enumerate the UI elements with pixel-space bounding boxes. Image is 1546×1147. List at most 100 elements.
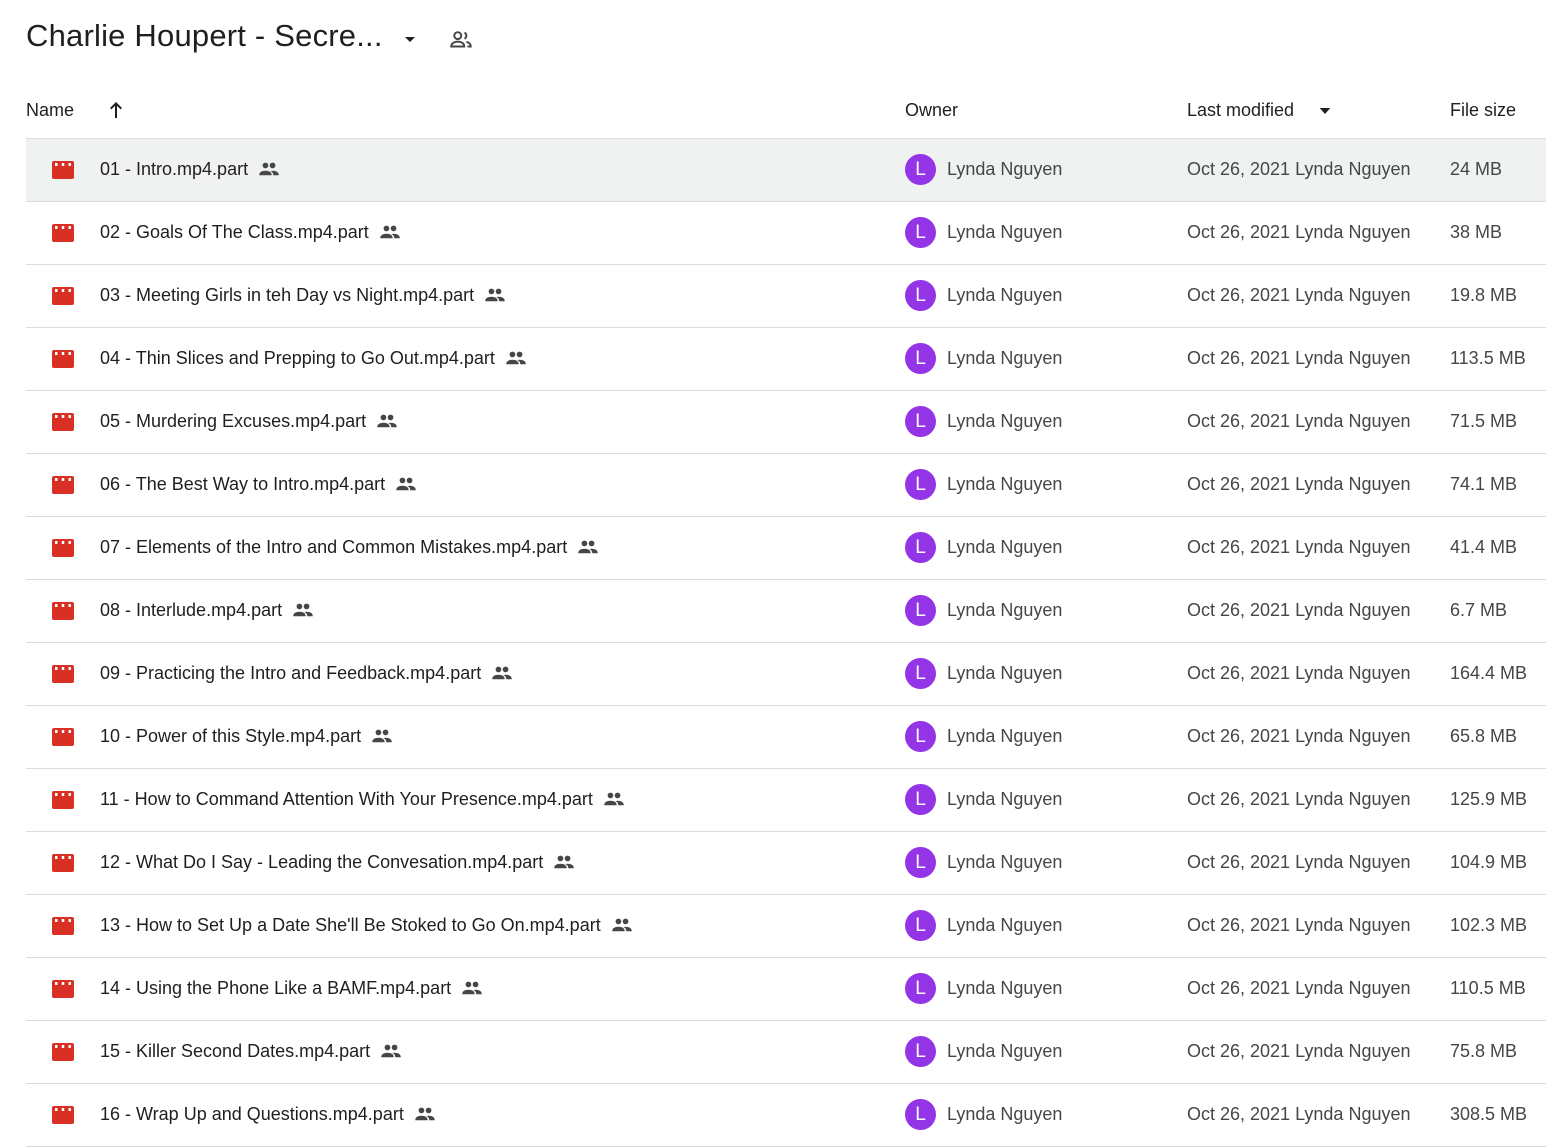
last-modified: Oct 26, 2021 Lynda Nguyen xyxy=(1187,285,1411,305)
avatar: L xyxy=(905,280,936,311)
caret-down-icon[interactable] xyxy=(398,27,422,51)
people-icon xyxy=(492,666,512,680)
file-name-text: 05 - Murdering Excuses.mp4.part xyxy=(100,411,367,431)
people-icon xyxy=(380,225,400,239)
file-name: 13 - How to Set Up a Date She'll Be Stok… xyxy=(100,915,633,936)
folder-title[interactable]: Charlie Houpert - Secre... xyxy=(26,18,383,54)
folder-header: Charlie Houpert - Secre... xyxy=(0,0,1546,80)
file-name: 09 - Practicing the Intro and Feedback.m… xyxy=(100,663,513,684)
file-name-text: 04 - Thin Slices and Prepping to Go Out.… xyxy=(100,348,495,368)
owner-name: Lynda Nguyen xyxy=(947,1104,1063,1124)
table-row[interactable]: 16 - Wrap Up and Questions.mp4.part L Lynd… xyxy=(26,1084,1546,1147)
file-name: 06 - The Best Way to Intro.mp4.part xyxy=(100,474,417,495)
column-header-last-modified[interactable]: Last modified xyxy=(1187,100,1294,121)
file-name-text: 06 - The Best Way to Intro.mp4.part xyxy=(100,474,386,494)
avatar: L xyxy=(905,658,936,689)
table-row[interactable]: 02 - Goals Of The Class.mp4.part L Lynda N… xyxy=(26,202,1546,265)
file-name: 08 - Interlude.mp4.part xyxy=(100,600,314,621)
owner-name: Lynda Nguyen xyxy=(947,600,1063,620)
owner-name: Lynda Nguyen xyxy=(947,474,1063,494)
people-icon xyxy=(506,351,526,365)
table-row[interactable]: 05 - Murdering Excuses.mp4.part L Lynda Ng… xyxy=(26,391,1546,454)
avatar: L xyxy=(905,406,936,437)
avatar: L xyxy=(905,910,936,941)
file-name: 12 - What Do I Say - Leading the Convesa… xyxy=(100,852,575,873)
file-name-text: 13 - How to Set Up a Date She'll Be Stok… xyxy=(100,915,601,935)
file-size: 65.8 MB xyxy=(1450,726,1518,746)
owner-name: Lynda Nguyen xyxy=(947,915,1063,935)
file-size: 41.4 MB xyxy=(1450,537,1518,557)
avatar: L xyxy=(905,469,936,500)
people-icon xyxy=(604,792,624,806)
file-name-text: 08 - Interlude.mp4.part xyxy=(100,600,283,620)
file-name-text: 03 - Meeting Girls in teh Day vs Night.m… xyxy=(100,285,475,305)
video-file-icon xyxy=(52,287,74,305)
table-row[interactable]: 12 - What Do I Say - Leading the Convesa… xyxy=(26,832,1546,895)
column-header-file-size[interactable]: File size xyxy=(1450,100,1516,121)
table-row[interactable]: 04 - Thin Slices and Prepping to Go Out.… xyxy=(26,328,1546,391)
avatar: L xyxy=(905,595,936,626)
file-size: 104.9 MB xyxy=(1450,852,1528,872)
video-file-icon xyxy=(52,413,74,431)
table-row[interactable]: 09 - Practicing the Intro and Feedback.m… xyxy=(26,643,1546,706)
table-row[interactable]: 08 - Interlude.mp4.part L Lynda Nguyen Oct … xyxy=(26,580,1546,643)
people-icon xyxy=(293,603,313,617)
video-file-icon xyxy=(52,539,74,557)
avatar: L xyxy=(905,721,936,752)
table-row[interactable]: 03 - Meeting Girls in teh Day vs Night.m… xyxy=(26,265,1546,328)
column-header-name[interactable]: Name xyxy=(26,100,74,121)
caret-down-icon[interactable] xyxy=(1316,102,1334,120)
file-name-text: 15 - Killer Second Dates.mp4.part xyxy=(100,1041,371,1061)
file-name: 04 - Thin Slices and Prepping to Go Out.… xyxy=(100,348,527,369)
video-file-icon xyxy=(52,161,74,179)
file-list-header: Name Owner Last modified File size xyxy=(26,88,1546,139)
video-file-icon xyxy=(52,1106,74,1124)
owner-name: Lynda Nguyen xyxy=(947,159,1063,179)
owner-name: Lynda Nguyen xyxy=(947,285,1063,305)
file-name: 01 - Intro.mp4.part xyxy=(100,159,280,180)
file-size: 74.1 MB xyxy=(1450,474,1518,494)
file-name-text: 12 - What Do I Say - Leading the Convesa… xyxy=(100,852,544,872)
table-row[interactable]: 10 - Power of this Style.mp4.part L Lynda … xyxy=(26,706,1546,769)
video-file-icon xyxy=(52,602,74,620)
people-icon xyxy=(377,414,397,428)
file-size: 164.4 MB xyxy=(1450,663,1528,683)
arrow-up-icon[interactable] xyxy=(104,98,128,122)
column-header-owner[interactable]: Owner xyxy=(905,100,958,121)
people-icon xyxy=(381,1044,401,1058)
file-name-text: 14 - Using the Phone Like a BAMF.mp4.par… xyxy=(100,978,452,998)
file-name-text: 02 - Goals Of The Class.mp4.part xyxy=(100,222,369,242)
table-row[interactable]: 06 - The Best Way to Intro.mp4.part L Lynd… xyxy=(26,454,1546,517)
table-row[interactable]: 07 - Elements of the Intro and Common Mi… xyxy=(26,517,1546,580)
avatar: L xyxy=(905,1099,936,1130)
video-file-icon xyxy=(52,791,74,809)
table-row[interactable]: 14 - Using the Phone Like a BAMF.mp4.par… xyxy=(26,958,1546,1021)
people-icon xyxy=(396,477,416,491)
owner-name: Lynda Nguyen xyxy=(947,789,1063,809)
table-row[interactable]: 01 - Intro.mp4.part L Lynda Nguyen Oct 26, … xyxy=(26,139,1546,202)
table-row[interactable]: 13 - How to Set Up a Date She'll Be Stok… xyxy=(26,895,1546,958)
video-file-icon xyxy=(52,665,74,683)
last-modified: Oct 26, 2021 Lynda Nguyen xyxy=(1187,852,1411,872)
video-file-icon xyxy=(52,1043,74,1061)
avatar: L xyxy=(905,973,936,1004)
file-list: 01 - Intro.mp4.part L Lynda Nguyen Oct 26, … xyxy=(26,139,1546,1147)
owner-name: Lynda Nguyen xyxy=(947,726,1063,746)
file-size: 71.5 MB xyxy=(1450,411,1518,431)
table-row[interactable]: 11 - How to Command Attention With Your … xyxy=(26,769,1546,832)
video-file-icon xyxy=(52,350,74,368)
file-name: 16 - Wrap Up and Questions.mp4.part xyxy=(100,1104,436,1125)
people-icon xyxy=(611,918,632,932)
file-name: 03 - Meeting Girls in teh Day vs Night.m… xyxy=(100,285,506,306)
video-file-icon xyxy=(52,980,74,998)
owner-name: Lynda Nguyen xyxy=(947,348,1063,368)
owner-name: Lynda Nguyen xyxy=(947,411,1063,431)
file-size: 75.8 MB xyxy=(1450,1041,1518,1061)
last-modified: Oct 26, 2021 Lynda Nguyen xyxy=(1187,159,1411,179)
owner-name: Lynda Nguyen xyxy=(947,852,1063,872)
people-outline-icon[interactable] xyxy=(448,27,474,53)
last-modified: Oct 26, 2021 Lynda Nguyen xyxy=(1187,663,1411,683)
owner-name: Lynda Nguyen xyxy=(947,537,1063,557)
avatar: L xyxy=(905,784,936,815)
table-row[interactable]: 15 - Killer Second Dates.mp4.part L Lynda … xyxy=(26,1021,1546,1084)
